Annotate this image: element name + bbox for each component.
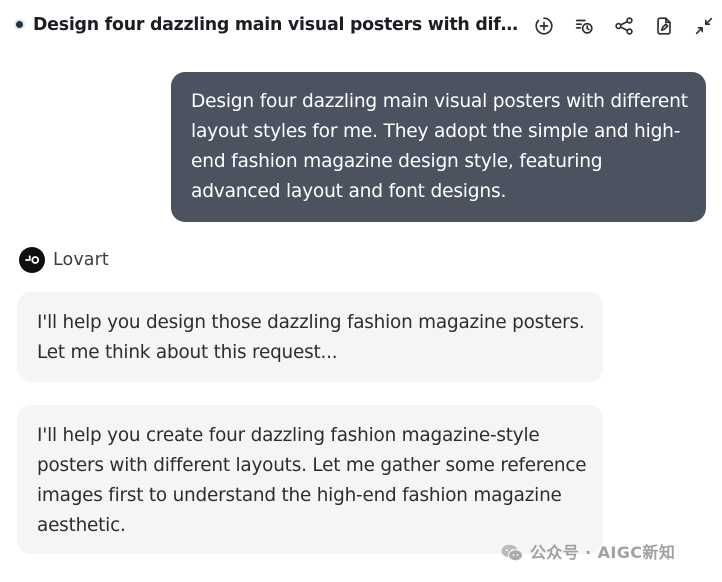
history-icon xyxy=(575,19,593,34)
add-circle-icon xyxy=(535,17,553,35)
document-edit-button[interactable] xyxy=(650,12,678,40)
avatar xyxy=(19,247,45,273)
header-actions xyxy=(529,12,719,40)
lovart-logo-icon xyxy=(25,255,40,264)
share-icon xyxy=(615,17,633,35)
watermark: 公众号 · AIGC新知 xyxy=(500,540,715,566)
history-button[interactable] xyxy=(570,12,598,40)
collapse-button[interactable] xyxy=(690,12,718,40)
watermark-text: 公众号 · AIGC新知 xyxy=(530,543,676,562)
user-message-bubble: Design four dazzling main visual posters… xyxy=(171,72,706,222)
chat-page: Design four dazzling main visual posters… xyxy=(0,0,722,582)
status-dot xyxy=(16,21,23,28)
share-button[interactable] xyxy=(610,12,638,40)
chat-header: Design four dazzling main visual posters… xyxy=(0,0,722,52)
assistant-header: Lovart xyxy=(19,247,219,273)
collapse-icon xyxy=(695,17,713,35)
assistant-message-bubble: I'll help you design those dazzling fash… xyxy=(17,292,603,382)
document-edit-icon xyxy=(657,17,671,35)
wechat-icon xyxy=(501,544,523,562)
assistant-message-bubble: I'll help you create four dazzling fashi… xyxy=(17,405,603,554)
new-chat-button[interactable] xyxy=(530,12,558,40)
page-title: Design four dazzling main visual posters… xyxy=(33,15,519,35)
assistant-name: Lovart xyxy=(53,250,109,270)
